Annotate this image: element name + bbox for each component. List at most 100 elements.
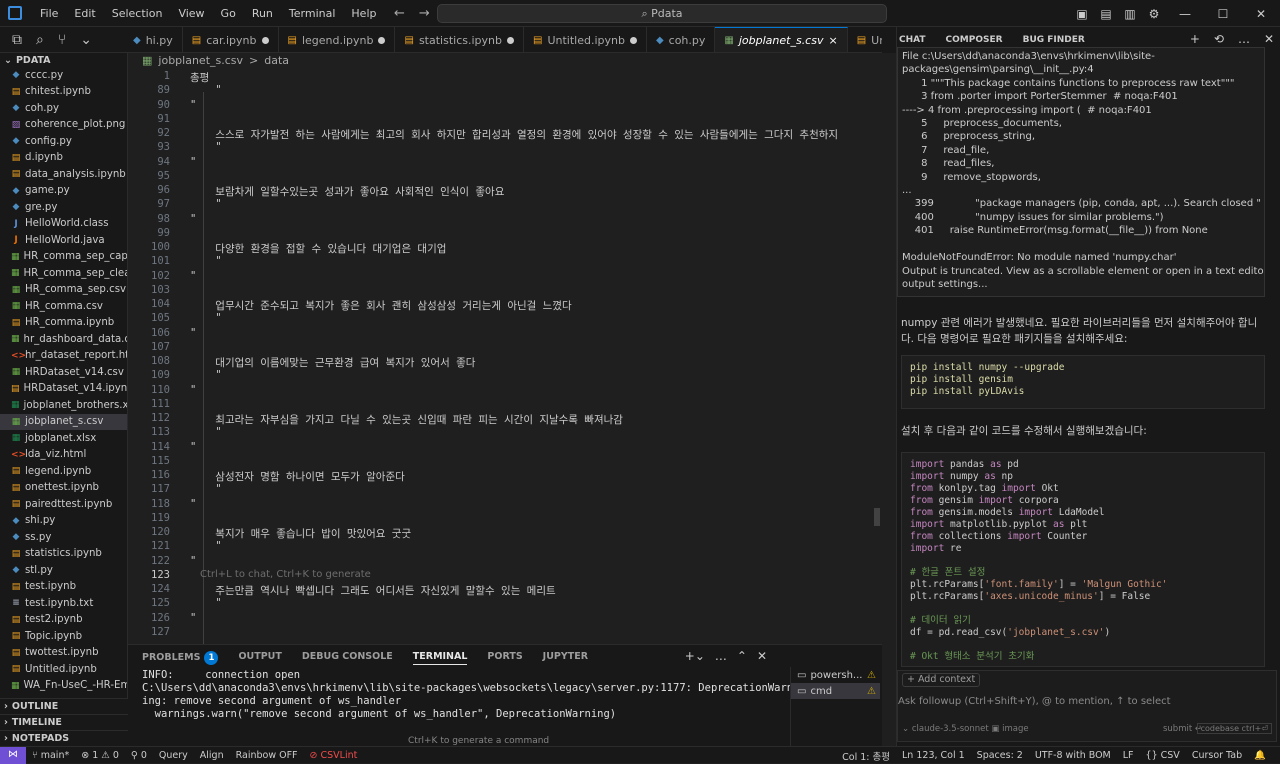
file-item[interactable]: ▦ jobplanet.xlsx [0, 430, 127, 447]
file-item[interactable]: <>hr_dataset_report.html [0, 348, 127, 365]
close-panel-icon[interactable]: ✕ [757, 649, 767, 663]
git-branch[interactable]: ⑂ main* [26, 750, 75, 761]
tab-bug-finder[interactable]: BUG FINDER [1023, 35, 1085, 45]
chat-followup-input[interactable] [898, 693, 1268, 709]
tab-untitled-ipynb[interactable]: ▤ Untitled.ipynb [524, 27, 647, 52]
file-item[interactable]: ◆ cccc.py [0, 67, 127, 84]
file-item[interactable]: ▤ Untitled.ipynb [0, 661, 127, 678]
status-rainbow[interactable]: Rainbow OFF [230, 750, 304, 761]
problems-status[interactable]: ⊗ 1 ⚠ 0 [75, 750, 125, 761]
file-item[interactable]: ◆ shi.py [0, 513, 127, 530]
file-item[interactable]: ◆ ss.py [0, 529, 127, 546]
menu-view[interactable]: View [170, 0, 212, 27]
menu-run[interactable]: Run [244, 0, 281, 27]
explorer-icon[interactable]: ⧉ [12, 32, 22, 48]
menu-terminal[interactable]: Terminal [281, 0, 344, 27]
settings-gear-icon[interactable]: ⚙ [1142, 7, 1166, 21]
toggle-panel-icon[interactable]: ▤ [1094, 7, 1118, 21]
file-item[interactable]: ▤ statistics.ipynb [0, 546, 127, 563]
history-icon[interactable]: ⟲ [1214, 32, 1224, 46]
file-item[interactable]: ▤ onettest.ipynb [0, 480, 127, 497]
toggle-sidebar-icon[interactable]: ▣ [1070, 7, 1094, 21]
explorer-folder-header[interactable]: ⌄ PDATA [0, 53, 127, 67]
file-item[interactable]: ▦ jobplanet_s.csv [0, 413, 127, 430]
file-item[interactable]: ▤ test.ipynb [0, 579, 127, 596]
status-item[interactable]: 🔔 [1248, 750, 1272, 761]
file-item[interactable]: ▦ HR_comma.csv [0, 298, 127, 315]
close-tab-icon[interactable]: × [828, 34, 837, 47]
panel-tab-output[interactable]: OUTPUT [238, 651, 281, 665]
panel-tab-problems[interactable]: PROBLEMS 1 [142, 651, 219, 665]
file-item[interactable]: ▤ chitest.ipynb [0, 84, 127, 101]
tab-car-ipynb[interactable]: ▤ car.ipynb [183, 27, 279, 52]
file-item[interactable]: ▦jobplanet_brothers.xlsx [0, 397, 127, 414]
file-item[interactable]: ▤ pairedttest.ipynb [0, 496, 127, 513]
status-query[interactable]: Query [153, 750, 194, 761]
file-item[interactable]: ▦HR_comma_sep_clean... [0, 265, 127, 282]
unsaved-dot-icon[interactable] [261, 36, 269, 44]
status-align[interactable]: Align [194, 750, 230, 761]
close-icon[interactable]: ✕ [1264, 32, 1274, 46]
file-item[interactable]: ▤HRDataset_v14.ipynb... [0, 381, 127, 398]
close-window-button[interactable]: ✕ [1242, 7, 1280, 21]
menu-edit[interactable]: Edit [66, 0, 103, 27]
codebase-button[interactable]: codebase ctrl+⏎ [1196, 723, 1272, 734]
breadcrumb-symbol[interactable]: data [264, 54, 289, 67]
file-item[interactable]: ▦ HRDataset_v14.csv [0, 364, 127, 381]
file-item[interactable]: ▦WA_Fn-UseC_-HR-Em... [0, 678, 127, 695]
file-item[interactable]: ◆ game.py [0, 183, 127, 200]
terminal-item-cmd[interactable]: ▭ cmd ⚠ [791, 683, 880, 699]
panel-tab-ports[interactable]: PORTS [487, 651, 522, 665]
terminal-item-powershell[interactable]: ▭ powersh... ⚠ [791, 667, 880, 683]
file-item[interactable]: J HelloWorld.java [0, 232, 127, 249]
file-item[interactable]: J HelloWorld.class [0, 216, 127, 233]
menu-file[interactable]: File [32, 0, 66, 27]
maximize-button[interactable]: ☐ [1204, 7, 1242, 21]
unsaved-dot-icon[interactable] [506, 36, 514, 44]
file-item[interactable]: ▤ twottest.ipynb [0, 645, 127, 662]
notepads-section[interactable]: › NOTEPADS [0, 730, 128, 746]
menu-go[interactable]: Go [213, 0, 244, 27]
file-item[interactable]: ≡ test.ipynb.txt [0, 595, 127, 612]
maximize-panel-icon[interactable]: ⌃ [737, 649, 747, 663]
model-selector[interactable]: ⌄ claude-3.5-sonnet ▣ image [902, 724, 1029, 734]
tab-statistics-ipynb[interactable]: ▤ statistics.ipynb [395, 27, 524, 52]
status-item[interactable]: Ln 123, Col 1 [896, 750, 971, 761]
file-item[interactable]: ◆ coh.py [0, 100, 127, 117]
menu-selection[interactable]: Selection [104, 0, 171, 27]
tab-composer[interactable]: COMPOSER [946, 35, 1003, 45]
tab-coh-py[interactable]: ◆ coh.py [647, 27, 716, 52]
new-chat-icon[interactable]: + [1190, 32, 1200, 46]
file-item[interactable]: ◆ stl.py [0, 562, 127, 579]
remote-indicator-icon[interactable]: ⋈ [0, 746, 26, 764]
file-item[interactable]: ▤ legend.ipynb [0, 463, 127, 480]
add-context-button[interactable]: + Add context [902, 673, 981, 687]
file-item[interactable]: ▤ data_analysis.ipynb [0, 166, 127, 183]
file-item[interactable]: ▤ HR_comma.ipynb [0, 315, 127, 332]
status-item[interactable]: Spaces: 2 [971, 750, 1029, 761]
tab-jobplanet-s-csv[interactable]: ▦ jobplanet_s.csv × [715, 27, 848, 52]
unsaved-dot-icon[interactable] [629, 36, 637, 44]
tab-chat[interactable]: CHAT [899, 35, 926, 45]
toggle-secondary-sidebar-icon[interactable]: ▥ [1118, 7, 1142, 21]
file-item[interactable]: ◆ gre.py [0, 199, 127, 216]
file-item[interactable]: <> lda_viz.html [0, 447, 127, 464]
command-center-search[interactable]: ⌕ Pdata [437, 4, 887, 23]
ports-status[interactable]: ⚲ 0 [125, 750, 153, 761]
file-item[interactable]: ▦hr_dashboard_data.csv [0, 331, 127, 348]
timeline-section[interactable]: › TIMELINE [0, 714, 128, 730]
forward-arrow-icon[interactable]: → [419, 6, 430, 21]
status-item[interactable]: UTF-8 with BOM [1029, 750, 1117, 761]
file-item[interactable]: ▦HR_comma_sep_capp... [0, 249, 127, 266]
minimize-button[interactable]: — [1166, 7, 1204, 21]
panel-tab-debug-console[interactable]: DEBUG CONSOLE [302, 651, 393, 665]
file-item[interactable]: ▤ test2.ipynb [0, 612, 127, 629]
source-control-icon[interactable]: ⑂ [58, 32, 66, 48]
breadcrumb-file[interactable]: jobplanet_s.csv [158, 54, 243, 67]
chevron-down-icon[interactable]: ⌄ [80, 32, 92, 48]
file-item[interactable]: ◆ config.py [0, 133, 127, 150]
menu-help[interactable]: Help [343, 0, 384, 27]
panel-tab-terminal[interactable]: TERMINAL [412, 651, 468, 665]
code-editor[interactable]: 1 총평 89 " 90 " 91 92 스스로 자가발전 하는 사람에게는 최고의 회사 … [128, 68, 882, 644]
back-arrow-icon[interactable]: ← [394, 6, 405, 21]
